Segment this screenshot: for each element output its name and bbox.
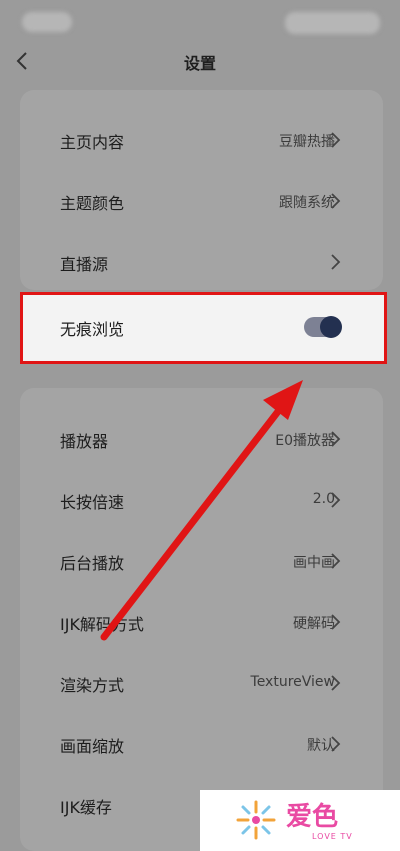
- setting-player[interactable]: 播放器 E0播放器: [20, 409, 383, 469]
- chevron-right-icon: [331, 431, 341, 447]
- setting-label: IJK解码方式: [60, 615, 144, 634]
- chevron-right-icon: [331, 132, 341, 148]
- setting-live-source[interactable]: 直播源: [20, 232, 383, 292]
- chevron-right-icon: [331, 736, 341, 752]
- setting-value: TextureView: [250, 674, 335, 690]
- settings-card-general: 主页内容 豆瓣热播 主题颜色 跟随系统 直播源: [20, 90, 383, 290]
- setting-render-mode[interactable]: 渲染方式 TextureView: [20, 653, 383, 713]
- chevron-right-icon: [331, 193, 341, 209]
- chevron-right-icon: [331, 254, 341, 270]
- setting-label: 画面缩放: [60, 737, 125, 756]
- setting-picture-scale[interactable]: 画面缩放 默认: [20, 714, 383, 774]
- setting-label: 直播源: [60, 255, 109, 274]
- status-bar: [0, 0, 400, 40]
- status-bar-time-blur: [22, 12, 72, 32]
- setting-label: 主题颜色: [60, 194, 125, 213]
- watermark-subtext: LOVE TV: [312, 832, 353, 841]
- watermark-text: 爱色: [286, 802, 339, 832]
- status-bar-icons-blur: [285, 12, 380, 34]
- flower-icon: [236, 800, 276, 840]
- chevron-right-icon: [331, 614, 341, 630]
- setting-label: 无痕浏览: [60, 320, 125, 339]
- setting-label: IJK缓存: [60, 798, 112, 817]
- watermark-logo: 爱色 LOVE TV: [200, 790, 400, 851]
- chevron-right-icon: [331, 492, 341, 508]
- incognito-toggle[interactable]: [304, 316, 342, 338]
- chevron-right-icon: [331, 553, 341, 569]
- setting-label: 长按倍速: [60, 493, 125, 512]
- page-title: 设置: [183, 54, 216, 73]
- top-bar: 设置: [0, 40, 400, 85]
- setting-label: 主页内容: [60, 133, 125, 152]
- setting-background-play[interactable]: 后台播放 画中画: [20, 531, 383, 591]
- chevron-right-icon: [331, 675, 341, 691]
- setting-long-press-speed[interactable]: 长按倍速 2.0: [20, 470, 383, 530]
- setting-label: 播放器: [60, 432, 109, 451]
- settings-card-player: 播放器 E0播放器 长按倍速 2.0 后台播放 画中画 IJK解码方式 硬解码 …: [20, 388, 383, 851]
- setting-value: 跟随系统: [279, 195, 335, 211]
- setting-theme-color[interactable]: 主题颜色 跟随系统: [20, 171, 383, 231]
- setting-incognito-highlighted: 无痕浏览: [20, 292, 387, 364]
- toggle-knob: [320, 316, 342, 338]
- setting-label: 渲染方式: [60, 676, 125, 695]
- setting-ijk-decode[interactable]: IJK解码方式 硬解码: [20, 592, 383, 652]
- setting-value: E0播放器: [275, 433, 335, 449]
- setting-value: 豆瓣热播: [279, 134, 335, 150]
- setting-label: 后台播放: [60, 554, 125, 573]
- setting-home-content[interactable]: 主页内容 豆瓣热播: [20, 110, 383, 170]
